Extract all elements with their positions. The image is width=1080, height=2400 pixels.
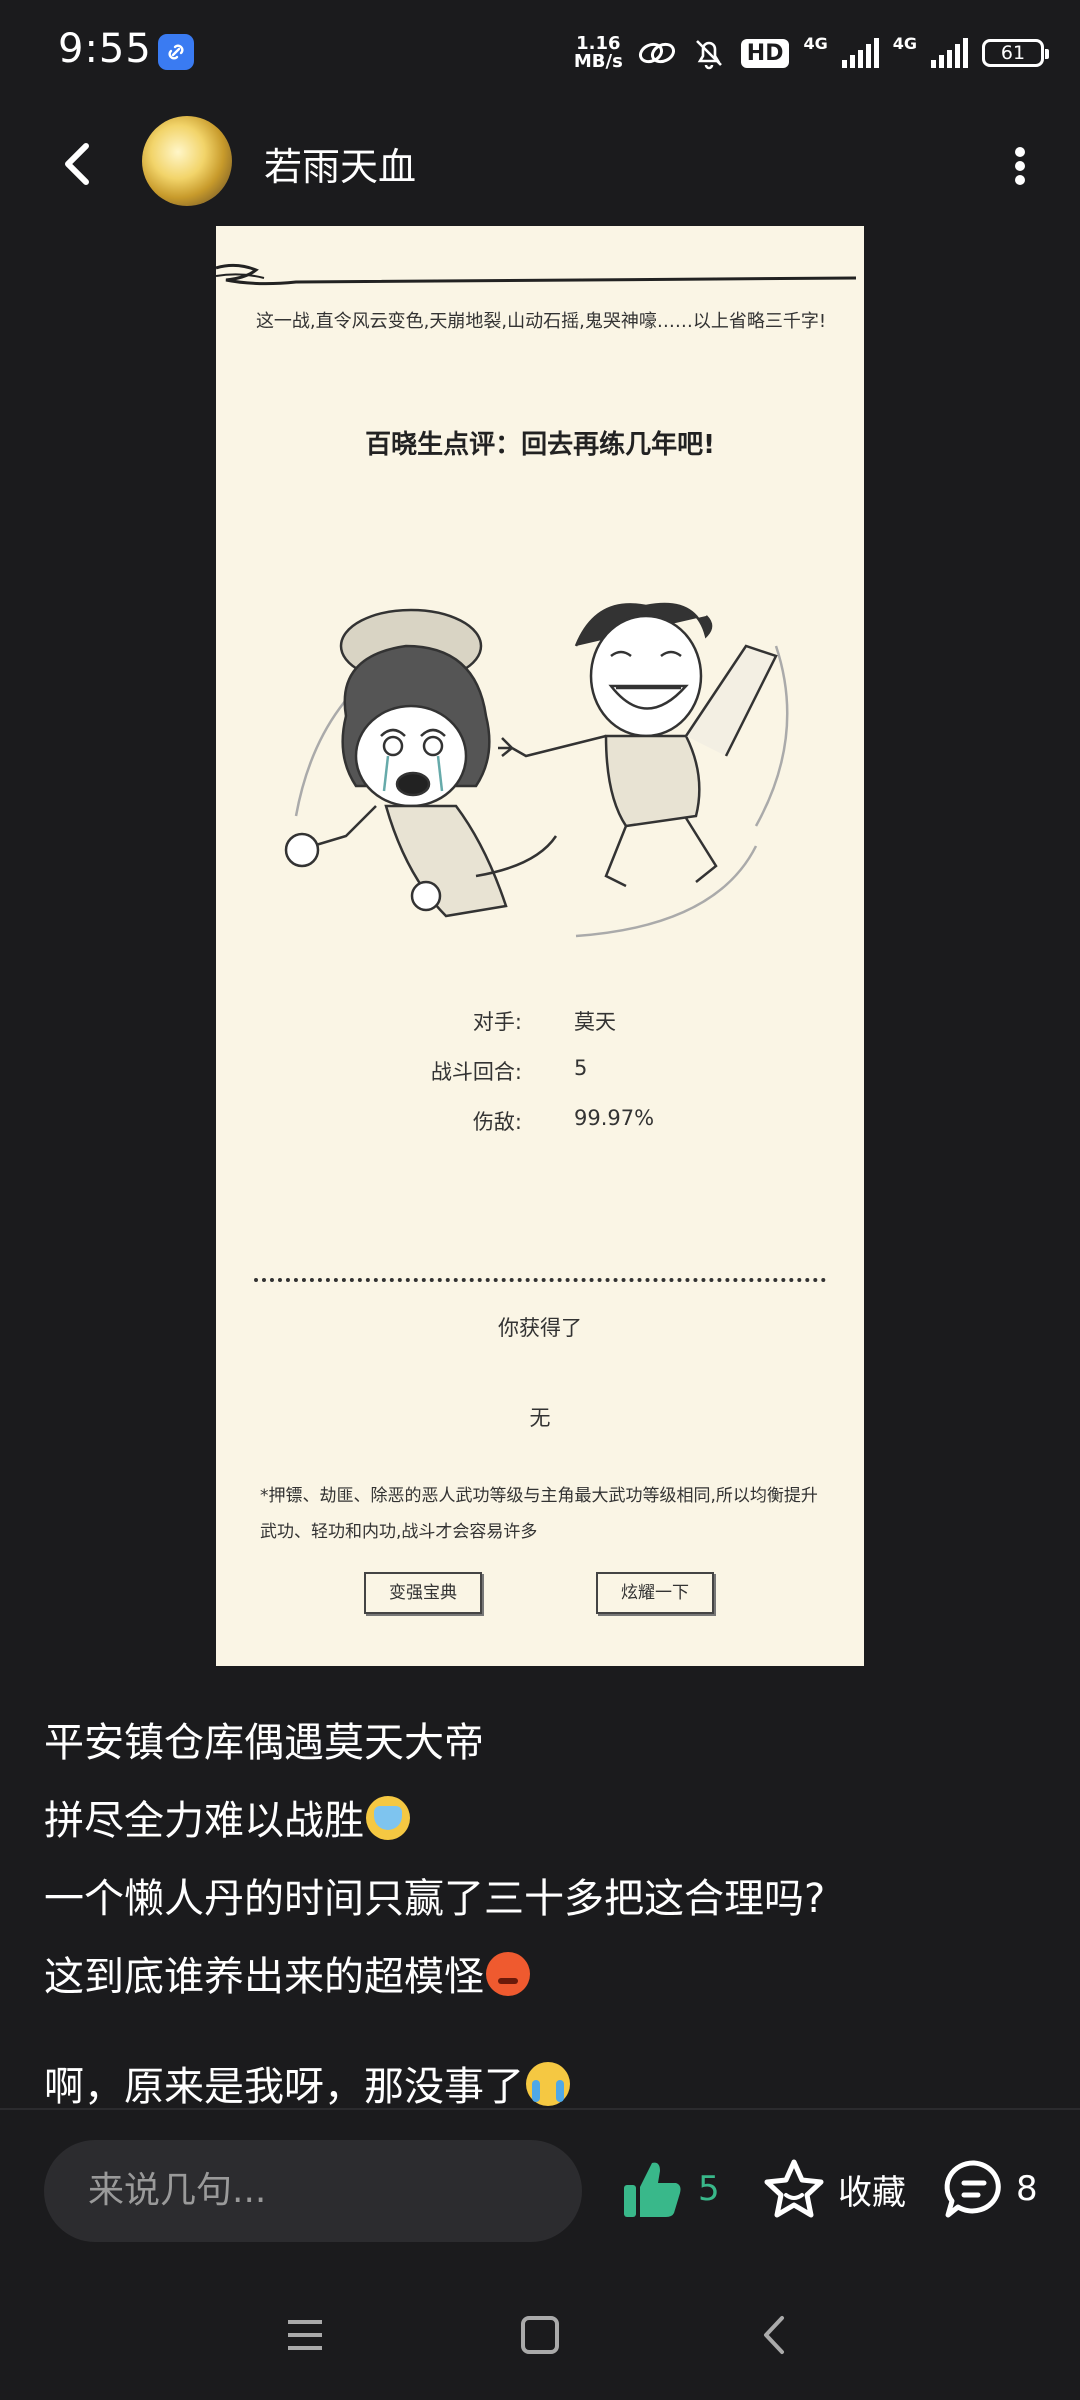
thumbs-up-icon [624, 2162, 681, 2217]
status-bar: 9:55 1.16 MB/s HD 4G 4G 61 [0, 0, 1080, 110]
stat-label: 战斗回合: [430, 1060, 522, 1084]
hotspot-link-icon [638, 42, 675, 64]
status-time: 9:55 [58, 26, 152, 72]
net-speed: 1.16 MB/s [573, 33, 623, 72]
post-line: 一个懒人丹的时间只赢了三十多把这合理吗? [44, 1876, 826, 1922]
back-button[interactable] [50, 134, 110, 194]
star-icon [764, 2159, 824, 2218]
battle-verdict-title: 百晓生点评：回去再练几年吧! [365, 430, 715, 460]
dotted-divider [254, 1278, 826, 1286]
stat-row-opponent: 对手: 莫天 [216, 1006, 864, 1036]
signal-strength-icon-1 [841, 38, 879, 68]
stat-row-damage: 伤敌: 99.97% [216, 1106, 864, 1136]
favorite-button[interactable]: 收藏 [762, 2154, 906, 2224]
stat-value: 莫天 [574, 1010, 616, 1034]
battle-intro-text: 这一战,直令风云变色,天崩地裂,山动石摇,鬼哭神嚎……以上省略三千字! [255, 311, 827, 332]
status-icons: 1.16 MB/s HD 4G 4G 61 [573, 30, 1049, 76]
post-header: 若雨天血 [0, 110, 1080, 220]
rewards-heading: 你获得了 [498, 1316, 582, 1340]
post-line: 平安镇仓库偶遇莫天大帝 [44, 1720, 484, 1766]
favorite-label: 收藏 [838, 2172, 906, 2213]
recent-apps-button[interactable] [280, 2310, 330, 2360]
network-type-1: 4G [803, 33, 828, 53]
action-bar: 来说几句... 5 收藏 8 [0, 2110, 1080, 2270]
chevron-left-icon [65, 143, 89, 185]
author-name[interactable]: 若雨天血 [264, 136, 416, 191]
like-button[interactable]: 5 [620, 2154, 720, 2224]
network-type-2: 4G [892, 33, 917, 53]
square-home-icon [521, 2316, 559, 2354]
stat-row-rounds: 战斗回合: 5 [216, 1056, 864, 1086]
stat-value: 5 [574, 1056, 588, 1080]
brush-stroke-divider [216, 263, 857, 286]
menu-lines-icon [288, 2320, 322, 2350]
comments-button[interactable]: 8 [942, 2154, 1038, 2224]
crying-face-emoji-icon [526, 2062, 570, 2106]
stat-label: 伤敌: [472, 1110, 522, 1134]
stat-label: 对手: [472, 1010, 522, 1034]
battery-icon: 61 [982, 39, 1049, 67]
post-image[interactable]: 这一战,直令风云变色,天崩地裂,山动石摇,鬼哭神嚎……以上省略三千字! 百晓生点… [216, 226, 864, 1666]
battle-tip-text: *押镖、劫匪、除恶的恶人武功等级与主角最大武功等级相同,所以均衡提升武功、轻功和… [260, 1486, 818, 1542]
link-app-icon [158, 34, 194, 70]
angry-face-emoji-icon [486, 1952, 530, 1996]
rewards-value: 无 [529, 1406, 551, 1430]
system-back-button[interactable] [750, 2310, 800, 2360]
home-button[interactable] [515, 2310, 565, 2360]
post-line: 拼尽全力难以战胜 [44, 1788, 410, 1846]
guide-button: 变强宝典 [364, 1572, 482, 1614]
battle-illustration [284, 602, 789, 938]
comment-count: 8 [1016, 2169, 1038, 2209]
chevron-left-icon [764, 2316, 784, 2354]
more-vertical-icon [1015, 147, 1025, 185]
like-count: 5 [698, 2169, 720, 2209]
mute-bell-icon [695, 40, 722, 70]
comment-bubble-icon [944, 2160, 1001, 2218]
avatar[interactable] [142, 116, 232, 206]
share-off-button: 炫耀一下 [596, 1572, 714, 1614]
comment-input[interactable]: 来说几句... [44, 2140, 582, 2242]
signal-strength-icon-2 [931, 38, 968, 68]
hd-voice-badge: HD [740, 38, 790, 68]
more-options-button[interactable] [990, 136, 1050, 196]
stat-value: 99.97% [574, 1106, 655, 1130]
anxious-sweat-emoji-icon [366, 1796, 410, 1840]
system-navigation-bar [0, 2270, 1080, 2400]
post-line: 啊，原来是我呀，那没事了 [44, 2054, 570, 2112]
post-line: 这到底谁养出来的超模怪 [44, 1944, 530, 2002]
